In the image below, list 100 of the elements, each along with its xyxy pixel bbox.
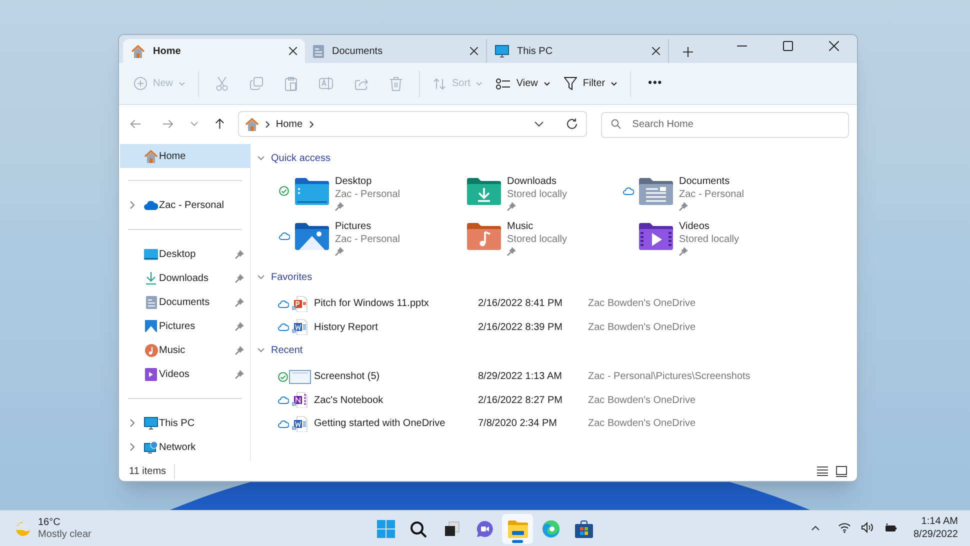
maximize-icon[interactable] (783, 41, 793, 51)
details-view-icon[interactable] (817, 466, 828, 476)
windows-logo-icon (376, 520, 394, 538)
section-heading[interactable]: Recent (271, 342, 303, 358)
desktop-folder-icon (295, 177, 329, 205)
nav-item[interactable]: Documents (120, 290, 250, 314)
wifi-icon[interactable] (838, 522, 851, 533)
folder-name[interactable]: Desktop (335, 175, 400, 188)
breadcrumb[interactable]: Home (276, 116, 303, 132)
folder-name[interactable]: Documents (679, 175, 744, 188)
file-location: Zac Bowden's OneDrive (588, 394, 696, 408)
file-name[interactable]: Getting started with OneDrive (314, 416, 478, 432)
section-heading[interactable]: Favorites (271, 270, 312, 284)
minimize-icon[interactable] (737, 45, 747, 47)
powerpoint-file-icon (292, 296, 308, 312)
nav-item[interactable]: Network (120, 435, 250, 459)
sort-arrows-icon (433, 78, 446, 90)
folder-location: Zac - Personal (679, 188, 744, 201)
file-name[interactable]: History Report (314, 320, 478, 335)
nav-item[interactable]: Desktop (120, 242, 250, 266)
item-count: 11 items (129, 464, 176, 478)
chat-bubble-icon (476, 520, 494, 538)
desktop-icon (144, 248, 158, 260)
nav-label: Home (159, 150, 187, 164)
download-icon (145, 272, 157, 284)
network-icon (144, 440, 158, 454)
nav-item[interactable]: Downloads (120, 266, 250, 290)
nav-item[interactable]: Music (120, 338, 250, 362)
image-file-icon (289, 370, 311, 384)
nav-item[interactable]: Videos (120, 362, 250, 386)
video-folder-icon (639, 222, 673, 250)
folder-name[interactable]: Downloads (507, 175, 568, 188)
chevron-right-icon[interactable] (264, 120, 270, 128)
copy-icon (250, 77, 264, 90)
folder-name[interactable]: Music (507, 220, 568, 233)
rename-icon (319, 77, 334, 90)
back-arrow-icon[interactable] (130, 118, 142, 130)
address-bar[interactable]: Home (238, 111, 588, 137)
word-file-icon (292, 416, 308, 432)
chevron-down-icon[interactable] (534, 121, 544, 127)
list-view-icon (496, 78, 510, 90)
document-icon (313, 44, 324, 58)
nav-item[interactable]: This PC (120, 411, 250, 435)
home-icon (144, 150, 158, 162)
browser-swirl-icon (542, 520, 560, 538)
filter-icon (564, 77, 577, 90)
close-icon[interactable] (470, 47, 478, 55)
folder-location: Zac - Personal (335, 233, 400, 246)
file-date: 2/16/2022 8:41 PM (478, 297, 564, 312)
file-location: Zac Bowden's OneDrive (588, 297, 696, 312)
monitor-icon (495, 44, 509, 58)
folder-location: Stored locally (507, 188, 568, 201)
home-icon (131, 44, 145, 58)
close-icon[interactable] (289, 47, 297, 55)
clock-date[interactable]: 8/29/2022 (914, 528, 958, 541)
nav-label: Music (159, 344, 186, 358)
caret-icon (179, 82, 186, 86)
home-icon (244, 118, 259, 130)
monitor-icon (144, 416, 158, 430)
file-location: Zac - Personal\Pictures\Screenshots (588, 370, 750, 384)
caret-icon (476, 82, 482, 86)
forward-arrow-icon[interactable] (162, 118, 174, 130)
nav-label: Videos (159, 368, 190, 382)
file-name[interactable]: Zac's Notebook (314, 392, 478, 408)
speaker-icon[interactable] (861, 522, 874, 533)
weather-temperature[interactable]: 16°C (38, 517, 92, 529)
scissors-icon (216, 76, 228, 90)
file-name[interactable]: Pitch for Windows 11.pptx (314, 296, 478, 312)
more-button[interactable]: ••• (637, 68, 674, 98)
new-tab-icon[interactable] (683, 47, 693, 57)
tab[interactable]: Home (123, 39, 305, 63)
video-icon (145, 368, 157, 380)
tiles-view-icon[interactable] (836, 466, 847, 476)
folder-name[interactable]: Pictures (335, 220, 400, 233)
picture-folder-icon (295, 222, 329, 250)
chevron-up-icon[interactable] (811, 524, 820, 530)
folder-icon (508, 520, 528, 538)
battery-icon[interactable] (884, 522, 898, 532)
nav-item[interactable]: Home (120, 144, 250, 168)
chevron-right-icon[interactable] (308, 120, 314, 128)
close-icon[interactable] (829, 41, 839, 51)
folder-name[interactable]: Videos (679, 220, 740, 233)
nav-label: This PC (159, 416, 196, 430)
file-date: 7/8/2020 2:34 PM (478, 417, 558, 432)
filter-button[interactable]: Filter (556, 68, 624, 98)
file-name[interactable]: Screenshot (5) (314, 369, 478, 384)
view-button[interactable]: View (489, 68, 557, 98)
clock-time[interactable]: 1:14 AM (921, 515, 958, 528)
nav-item[interactable]: Pictures (120, 314, 250, 338)
nav-item[interactable]: Zac - Personal (120, 193, 250, 217)
close-icon[interactable] (652, 47, 660, 55)
cloud-icon (144, 200, 158, 210)
refresh-icon[interactable] (566, 118, 578, 130)
up-arrow-icon[interactable] (214, 118, 226, 130)
folder-location: Stored locally (679, 233, 740, 246)
search-field[interactable]: Search Home (601, 112, 850, 138)
section-heading[interactable]: Quick access (271, 150, 330, 166)
onenote-file-icon (292, 392, 308, 408)
nav-label: Network (159, 440, 197, 454)
weather-condition[interactable]: Mostly clear (38, 529, 92, 541)
